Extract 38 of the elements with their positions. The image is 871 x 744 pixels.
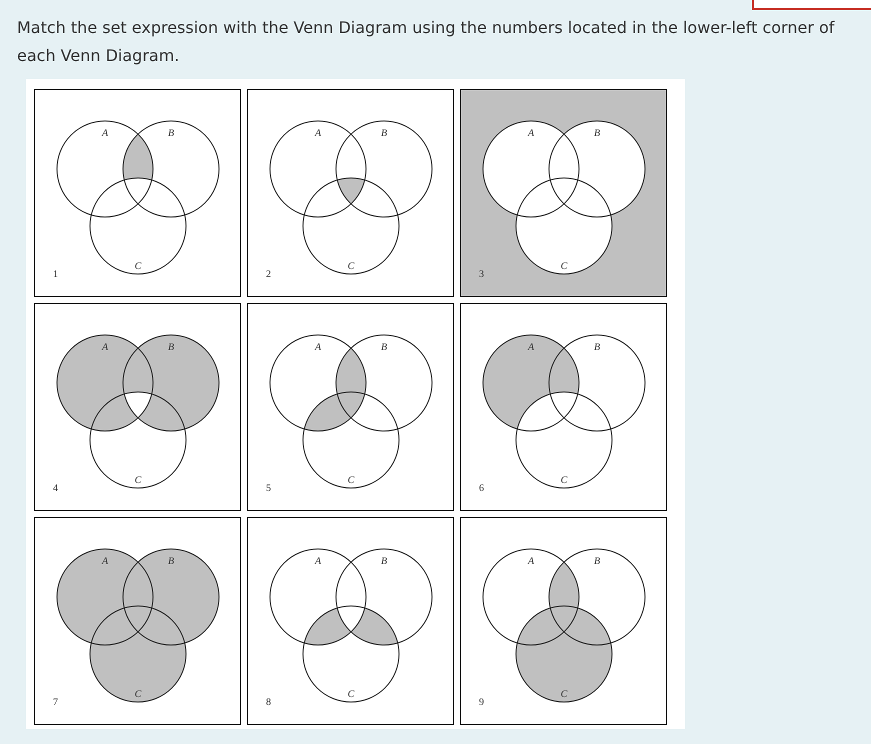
diagram-number: 4 (53, 483, 58, 494)
diagram-number: 5 (266, 483, 271, 494)
set-label: B (168, 556, 174, 567)
set-label: B (168, 342, 174, 353)
set-label: C (134, 689, 142, 700)
set-label: B (594, 128, 600, 139)
set-label: C (348, 261, 354, 272)
question-text: Match the set expression with the Venn Diagram using the numbers located in the lower-left corner of each Venn Diagram. (16, 17, 836, 67)
diagram-number: 2 (266, 269, 271, 280)
set-label: A (102, 128, 108, 139)
set-label: A (314, 556, 322, 567)
diagram-number: 7 (53, 697, 58, 708)
set-label: A (314, 128, 322, 139)
set-label: C (134, 261, 142, 272)
set-label: C (560, 689, 568, 700)
set-label: B (594, 342, 600, 353)
set-label: A (528, 128, 534, 139)
diagram-number: 1 (53, 269, 58, 280)
set-label: A (314, 342, 322, 353)
set-label: C (348, 475, 354, 486)
set-label: B (380, 128, 388, 139)
set-label: C (134, 475, 142, 486)
diagram-number: 9 (479, 697, 484, 708)
set-label: C (560, 475, 568, 486)
diagram-number: 3 (479, 269, 484, 280)
set-label: B (380, 556, 388, 567)
set-label: A (102, 556, 108, 567)
diagram-number: 6 (479, 483, 484, 494)
set-label: C (560, 261, 568, 272)
answer-field[interactable] (752, 0, 871, 10)
set-label: A (528, 342, 534, 353)
set-label: B (168, 128, 174, 139)
set-label: A (102, 342, 108, 353)
set-label: B (594, 556, 600, 567)
set-label: A (528, 556, 534, 567)
set-label: C (348, 689, 354, 700)
diagram-number: 8 (266, 697, 271, 708)
set-label: B (380, 342, 388, 353)
